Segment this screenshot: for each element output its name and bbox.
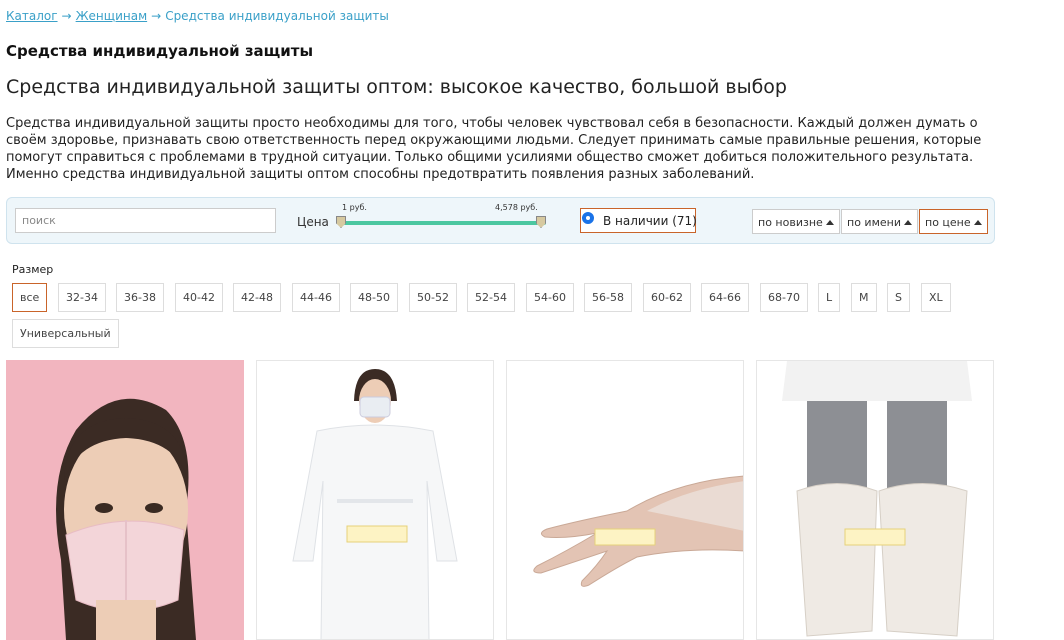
page-description: Средства индивидуальной защиты просто не… — [6, 116, 982, 182]
size-option[interactable]: L — [818, 283, 841, 312]
breadcrumb-link-catalog[interactable]: Каталог — [6, 9, 58, 23]
protective-gown-image — [257, 361, 493, 639]
price-range-track[interactable] — [341, 221, 546, 225]
price-min-handle[interactable] — [336, 216, 346, 228]
sort-label: по новизне — [758, 216, 823, 229]
size-option[interactable]: M — [851, 283, 877, 312]
sort-by-name-button[interactable]: по имени — [841, 209, 918, 234]
size-filter-label: Размер — [12, 263, 54, 276]
sort-arrow-up-icon — [973, 220, 982, 225]
sort-arrow-up-icon — [903, 220, 912, 225]
size-option[interactable]: 56-58 — [584, 283, 632, 312]
size-option[interactable]: XL — [921, 283, 951, 312]
size-option[interactable]: 52-54 — [467, 283, 515, 312]
price-max-handle[interactable] — [536, 216, 546, 228]
page-subtitle: Средства индивидуальной защиты оптом: вы… — [6, 76, 787, 98]
price-max-label: 4,578 руб. — [495, 203, 538, 212]
size-option[interactable]: 36-38 — [116, 283, 164, 312]
in-stock-filter[interactable]: В наличии (71) — [580, 208, 697, 233]
breadcrumb-link-women[interactable]: Женщинам — [76, 9, 148, 23]
product-card-shoe-covers[interactable] — [756, 360, 994, 640]
shoe-covers-image — [757, 361, 993, 639]
face-mask-image — [6, 360, 244, 640]
page-title: Средства индивидуальной защиты — [6, 42, 314, 60]
breadcrumb-separator: → — [61, 9, 72, 23]
sort-label: по цене — [925, 216, 971, 229]
size-option[interactable]: 64-66 — [701, 283, 749, 312]
price-min-label: 1 руб. — [342, 203, 367, 212]
search-input[interactable] — [15, 208, 276, 233]
gloves-image — [507, 361, 743, 639]
size-option[interactable]: 68-70 — [760, 283, 808, 312]
sort-label: по имени — [847, 216, 901, 229]
sort-by-price-button[interactable]: по цене — [919, 209, 988, 234]
product-card-gloves[interactable] — [506, 360, 744, 640]
size-option[interactable]: 54-60 — [526, 283, 574, 312]
size-option[interactable]: S — [887, 283, 910, 312]
product-card-face-mask[interactable] — [6, 360, 244, 640]
breadcrumb-current: Средства индивидуальной защиты — [165, 9, 389, 23]
in-stock-label: В наличии (71) — [603, 214, 697, 228]
size-option-universal[interactable]: Универсальный — [12, 319, 119, 348]
size-option[interactable]: 32-34 — [58, 283, 106, 312]
breadcrumb-separator: → — [151, 9, 162, 23]
breadcrumb: Каталог → Женщинам → Средства индивидуальной… — [6, 9, 389, 23]
size-option[interactable]: 42-48 — [233, 283, 281, 312]
size-option[interactable]: 40-42 — [175, 283, 223, 312]
product-card-protective-gown[interactable] — [256, 360, 494, 640]
size-option[interactable]: 48-50 — [350, 283, 398, 312]
in-stock-radio[interactable] — [582, 212, 594, 224]
price-label: Цена — [297, 215, 329, 229]
sort-by-newest-button[interactable]: по новизне — [752, 209, 840, 234]
size-option[interactable]: 44-46 — [292, 283, 340, 312]
sort-arrow-up-icon — [825, 220, 834, 225]
filter-bar: Цена 1 руб. 4,578 руб. В наличии (71) по… — [6, 197, 995, 244]
size-option[interactable]: 60-62 — [643, 283, 691, 312]
size-option[interactable]: 50-52 — [409, 283, 457, 312]
size-option-all[interactable]: все — [12, 283, 48, 312]
